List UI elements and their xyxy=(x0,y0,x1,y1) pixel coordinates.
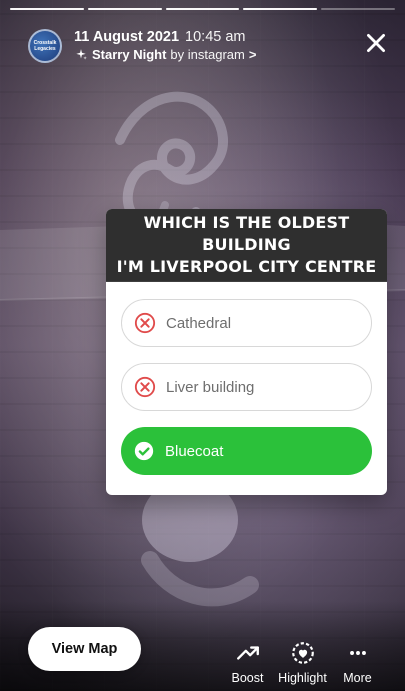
highlight-button[interactable]: Highlight xyxy=(275,629,330,689)
story-time: 10:45 am xyxy=(185,29,246,45)
checkmark-icon xyxy=(134,441,154,461)
poll-card: WHICH IS THE OLDEST BUILDING I'M LIVERPO… xyxy=(106,209,387,495)
poll-header: WHICH IS THE OLDEST BUILDING I'M LIVERPO… xyxy=(106,209,387,282)
wrong-answer-icon xyxy=(134,376,156,398)
story-date: 11 August 2021 xyxy=(74,29,180,45)
more-button[interactable]: More xyxy=(330,629,385,689)
avatar-text: Crosstalk Legacies xyxy=(33,40,57,52)
story-viewer: Crosstalk Legacies 11 August 2021 10:45 … xyxy=(0,0,405,691)
filter-name: Starry Night xyxy=(92,47,167,62)
more-icon xyxy=(349,651,366,655)
story-header: Crosstalk Legacies 11 August 2021 10:45 … xyxy=(28,26,391,66)
chevron-right-icon: > xyxy=(248,47,257,62)
story-actions: Boost Highlight More xyxy=(220,629,385,689)
progress-fill xyxy=(87,8,162,10)
filter-by: by instagram xyxy=(170,47,245,62)
header-line-2[interactable]: Starry Night by instagram > xyxy=(74,46,391,64)
poll-option-label: Liver building xyxy=(166,378,255,396)
progress-segment xyxy=(165,8,240,10)
bottom-bar: View Map Boost Highlight More xyxy=(0,601,405,691)
poll-option[interactable]: Bluecoat xyxy=(121,427,372,475)
progress-segment xyxy=(87,8,162,10)
wrong-answer-icon xyxy=(134,312,156,334)
view-map-button[interactable]: View Map xyxy=(28,627,141,671)
avatar[interactable]: Crosstalk Legacies xyxy=(28,29,62,63)
progress-fill xyxy=(165,8,240,10)
poll-option[interactable]: Liver building xyxy=(121,363,372,411)
poll-option-label: Bluecoat xyxy=(165,442,224,460)
highlight-icon xyxy=(291,642,314,664)
boost-button[interactable]: Boost xyxy=(220,629,275,689)
poll-question: WHICH IS THE OLDEST BUILDING I'M LIVERPO… xyxy=(116,213,377,276)
sparkle-icon xyxy=(76,49,87,60)
progress-segment xyxy=(321,8,395,10)
boost-label: Boost xyxy=(231,671,264,685)
close-icon[interactable] xyxy=(363,30,389,56)
highlight-label: Highlight xyxy=(278,671,327,685)
more-label: More xyxy=(343,671,372,685)
poll-option-label: Cathedral xyxy=(166,314,232,332)
progress-segment xyxy=(243,8,318,10)
header-line-1: 11 August 2021 10:45 am xyxy=(74,28,391,46)
poll-option[interactable]: Cathedral xyxy=(121,299,372,347)
boost-icon xyxy=(236,646,259,660)
header-text: 11 August 2021 10:45 am Starry Night by … xyxy=(74,28,391,64)
poll-options: Cathedral Liver building Bluecoat xyxy=(106,282,387,491)
story-progress xyxy=(10,8,395,11)
progress-fill xyxy=(10,8,84,10)
progress-fill xyxy=(243,8,318,10)
progress-segment xyxy=(10,8,84,10)
